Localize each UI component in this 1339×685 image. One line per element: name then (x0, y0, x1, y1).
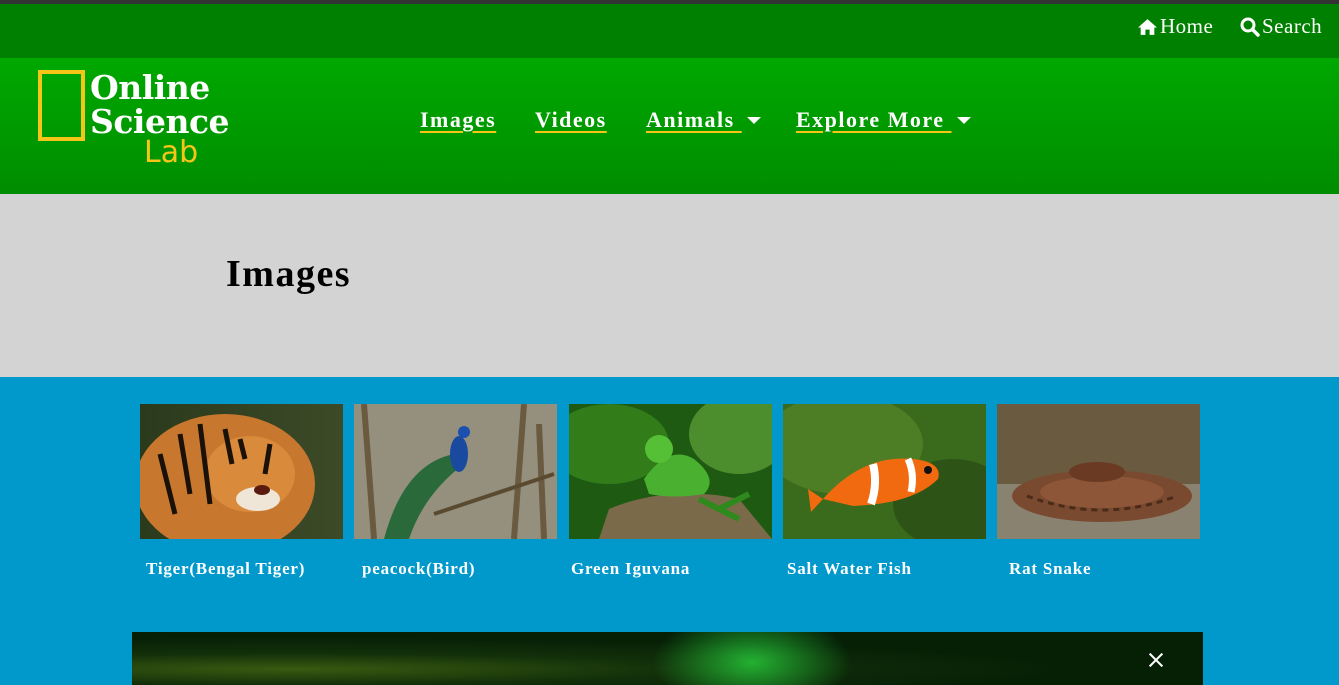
site-logo[interactable]: Online Science Lab (38, 68, 230, 170)
gallery-caption[interactable]: Rat Snake (1009, 559, 1091, 579)
page-header: Images (0, 194, 1339, 377)
close-icon[interactable] (1146, 650, 1166, 670)
home-link-label: Home (1160, 14, 1214, 38)
iguana-image[interactable] (569, 404, 772, 539)
nav-images[interactable]: Images (420, 107, 496, 133)
gallery-card-fish[interactable]: Salt Water Fish (783, 404, 986, 578)
caret-down-icon (746, 116, 761, 124)
home-icon (1138, 18, 1157, 35)
logo-line-2: Science (90, 102, 230, 141)
gallery-card-tiger[interactable]: Tiger(Bengal Tiger) (140, 404, 343, 578)
search-link-label: Search (1262, 14, 1323, 38)
nav-explore-dropdown[interactable]: Explore More (796, 107, 971, 133)
nav-videos-label: Videos (535, 107, 607, 132)
logo-line-1: Online (90, 68, 210, 107)
ad-banner[interactable] (132, 632, 1203, 685)
clownfish-image[interactable] (783, 404, 986, 539)
nav-explore-label: Explore More (796, 107, 952, 132)
nav-videos[interactable]: Videos (535, 107, 607, 133)
page-title: Images (226, 253, 352, 295)
caret-down-icon (956, 116, 971, 124)
snake-image[interactable] (997, 404, 1200, 539)
gallery-caption[interactable]: Green Iguvana (571, 559, 690, 579)
nav-animals-dropdown[interactable]: Animals (646, 107, 761, 133)
home-link[interactable]: Home (1137, 14, 1213, 39)
gallery-card-snake[interactable]: Rat Snake (997, 404, 1200, 578)
main-navbar: Online Science Lab Images Videos Animals… (0, 58, 1339, 194)
gallery-caption[interactable]: peacock(Bird) (362, 559, 475, 579)
nav-animals-label: Animals (646, 107, 742, 132)
tiger-image[interactable] (140, 404, 343, 539)
gallery-caption[interactable]: Salt Water Fish (787, 559, 912, 579)
gallery-card-iguana[interactable]: Green Iguvana (569, 404, 772, 578)
logo-line-3: Lab (144, 135, 199, 170)
banner-glow (652, 632, 852, 685)
peacock-image[interactable] (354, 404, 557, 539)
nav-images-label: Images (420, 107, 497, 132)
gallery-card-peacock[interactable]: peacock(Bird) (354, 404, 557, 578)
search-link[interactable]: Search (1240, 14, 1322, 39)
top-bar: Home Search (0, 4, 1339, 58)
logo-frame-icon (38, 70, 85, 141)
search-icon (1240, 17, 1260, 37)
gallery-caption[interactable]: Tiger(Bengal Tiger) (146, 559, 305, 579)
